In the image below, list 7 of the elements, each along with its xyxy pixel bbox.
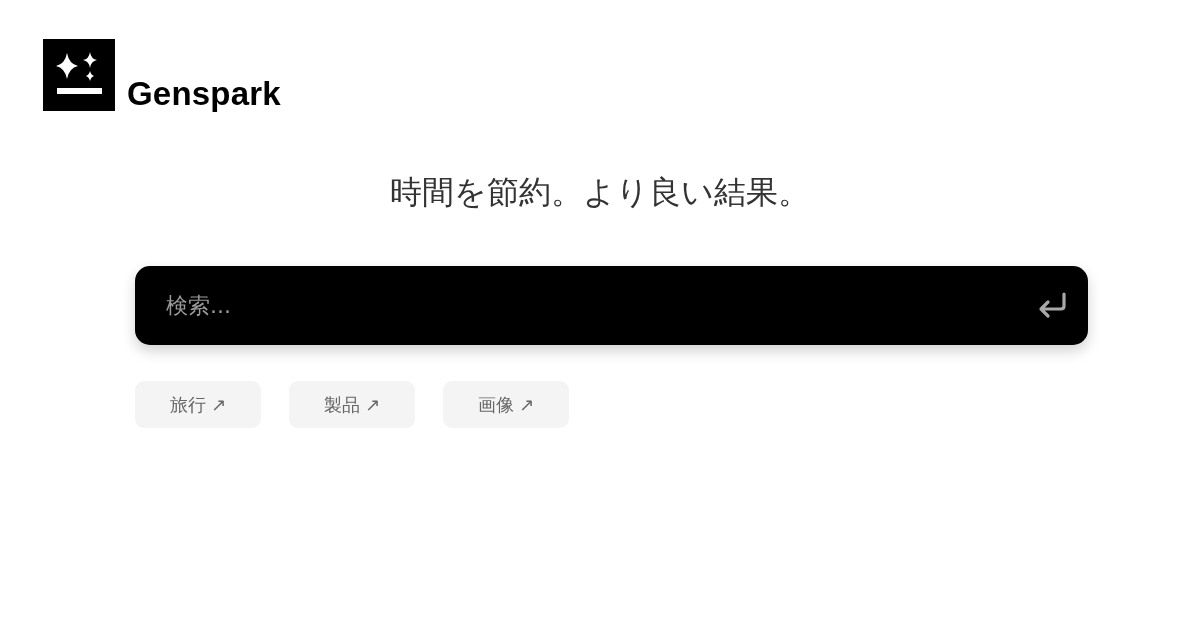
search-field[interactable]: 検索...	[135, 266, 1088, 345]
suggestion-chip[interactable]: 製品 ↗	[289, 381, 415, 428]
brand-name: Genspark	[127, 77, 281, 110]
headline: 時間を節約。より良い結果。	[389, 172, 811, 212]
suggestion-chip[interactable]: 旅行 ↗	[135, 381, 261, 428]
logo-icon[interactable]	[43, 39, 115, 111]
suggestion-chip[interactable]: 画像 ↗	[443, 381, 569, 428]
